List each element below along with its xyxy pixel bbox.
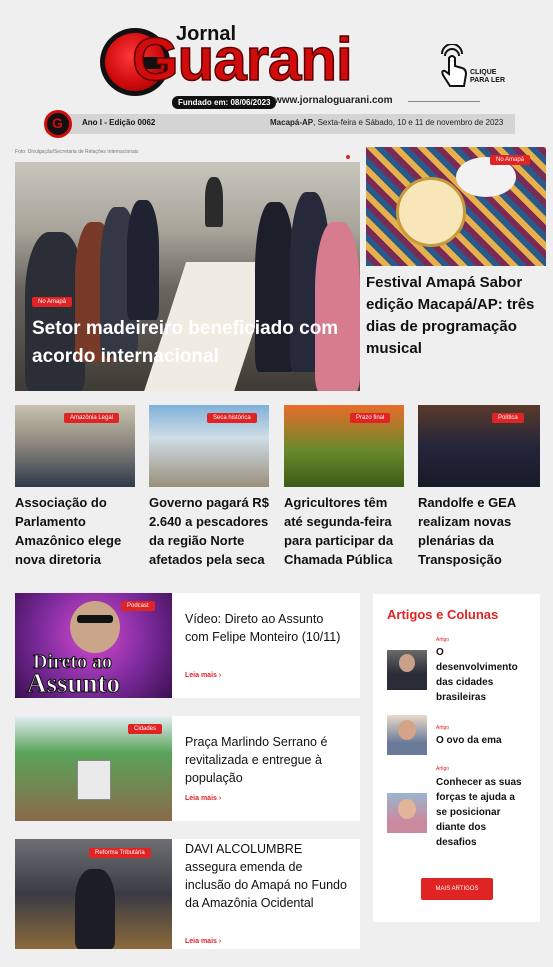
founded-badge: Fundado em: 08/06/2023 [172,96,277,109]
read-more-link[interactable]: Leia mais › [185,795,221,802]
click-to-read-label[interactable]: CLIQUE PARA LER [470,69,505,86]
list-title[interactable]: Praça Marlindo Serrano é revitalizada e … [185,733,345,787]
card-tag[interactable]: Seca histórica [207,413,257,423]
tap-hand-icon[interactable] [434,44,470,92]
article-title[interactable]: O desenvolvimento das cidades brasileira… [436,645,526,705]
list-tag[interactable]: Cidades [128,724,163,734]
site-url[interactable]: www.jornaloguarani.com [274,95,393,106]
sidebar-articles [373,594,540,922]
sidebar-heading: Artigos e Colunas [387,607,499,622]
card-tag[interactable]: Política [492,413,524,423]
podcast-image-text-2: Assunto [26,668,121,699]
feature-tag[interactable]: No Amapá [490,155,531,165]
avatar[interactable] [387,715,427,755]
list-tag[interactable]: Reforma Tributária [89,848,151,858]
card-tag[interactable]: Amazônia Legal [64,413,120,423]
article-category: Artigo [436,766,450,772]
masthead: Jornal Guarani Fundado em: 08/06/2023 ww… [0,0,553,112]
edition-logo-icon [44,110,72,138]
edition-date: Macapá-AP, Sexta-feira e Sábado, 10 e 11… [270,118,503,127]
feature-title[interactable]: Festival Amapá Sabor edição Macapá/AP: t… [366,272,546,360]
article-title[interactable]: Conhecer as suas forças te ajuda a se po… [436,775,526,850]
click-label-line1: CLIQUE [470,69,497,76]
edition-number: Ano I - Edição 0062 [82,118,156,127]
avatar[interactable] [387,793,427,833]
indicator-dot [346,155,350,159]
read-more-link[interactable]: Leia mais › [185,938,221,945]
more-articles-button[interactable]: MAIS ARTIGOS [421,878,493,900]
avatar[interactable] [387,650,427,690]
divider [408,101,480,102]
card-title[interactable]: Governo pagará R$ 2.640 a pescadores da … [149,493,271,569]
list-title[interactable]: Vídeo: Direto ao Assunto com Felipe Mont… [185,610,345,646]
card-title[interactable]: Agricultores têm até segunda-feira para … [284,493,406,569]
read-more-link[interactable]: Leia mais › [185,672,221,679]
edition-date-text: , Sexta-feira e Sábado, 10 e 11 de novem… [313,118,504,127]
card-tag[interactable]: Prazo final [350,413,391,423]
photo-credit: Foto: Divulgação/Secretaria de Relações … [15,149,139,155]
article-category: Artigo [436,725,450,731]
lead-tag[interactable]: No Amapá [32,297,73,307]
list-tag[interactable]: Podcast [121,601,155,611]
lead-title[interactable]: Setor madeireiro beneficiado com acordo … [32,315,342,371]
brand-name: Guarani [131,26,353,93]
edition-place: Macapá-AP [270,118,314,127]
card-title[interactable]: Randolfe e GEA realizam novas plenárias … [418,493,540,569]
article-category: Artigo [436,637,450,643]
list-title[interactable]: DAVI ALCOLUMBRE assegura emenda de inclu… [185,840,350,912]
article-title[interactable]: O ovo da ema [436,733,526,748]
click-label-line2: PARA LER [470,77,505,85]
card-title[interactable]: Associação do Parlamento Amazônico elege… [15,493,135,569]
